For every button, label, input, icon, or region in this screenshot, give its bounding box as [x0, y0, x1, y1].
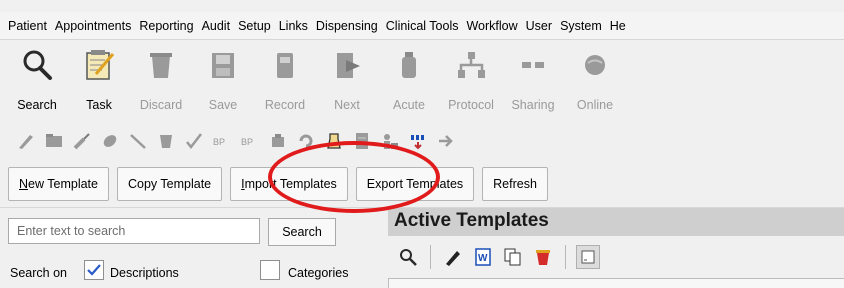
search-icon[interactable]	[396, 245, 420, 269]
protocol-icon	[458, 52, 485, 78]
record-button-label: Record	[264, 98, 306, 112]
recycle-icon[interactable]	[294, 129, 318, 153]
template-actions-row: New Template Copy Template Import Templa…	[0, 166, 844, 202]
pill-icon[interactable]	[98, 129, 122, 153]
export-templates-button[interactable]: Export Templates	[355, 167, 475, 201]
menu-setup[interactable]: Setup	[234, 19, 275, 33]
word-doc-icon[interactable]: W	[471, 245, 495, 269]
report-icon[interactable]	[350, 129, 374, 153]
copy-icon[interactable]	[501, 245, 525, 269]
svg-text:W: W	[478, 253, 488, 264]
menu-clinical-tools[interactable]: Clinical Tools	[382, 19, 463, 33]
main-toolbar: Search Task Discard Save Record Next Acu…	[0, 42, 844, 120]
discard-button-label: Discard	[139, 98, 183, 112]
search-on-label: Search on	[10, 266, 67, 280]
bp2-icon[interactable]: BP	[238, 129, 262, 153]
copy-template-label: Copy Template	[127, 177, 212, 191]
search-panel: Search Search on Descriptions Categories	[0, 208, 388, 288]
categories-label: Categories	[288, 266, 349, 280]
search-button-label: Search	[17, 98, 57, 112]
online-icon	[585, 55, 605, 75]
next-button[interactable]: Next	[316, 42, 378, 120]
import-templates-label: Import Templates	[241, 177, 337, 191]
templates-grid	[388, 278, 844, 288]
record-icon	[277, 53, 293, 78]
checkmark-icon	[87, 264, 101, 276]
task-button-label: Task	[86, 98, 112, 112]
templates-panel: Active Templates W	[388, 208, 844, 288]
toolbar-separator	[565, 245, 566, 269]
floppy-icon	[212, 53, 234, 78]
search-button[interactable]: Search	[6, 42, 68, 120]
menu-reporting[interactable]: Reporting	[135, 19, 197, 33]
menu-bar: Patient Appointments Reporting Audit Set…	[0, 12, 844, 40]
bp-icon-text: BP	[213, 137, 225, 147]
new-template-button[interactable]: New Template	[8, 167, 109, 201]
check-pen-icon[interactable]	[182, 129, 206, 153]
templates-title: Active Templates	[394, 210, 549, 231]
export-templates-label: Export Templates	[366, 177, 464, 191]
save-button-label: Save	[208, 98, 238, 112]
import-templates-button[interactable]: Import Templates	[230, 167, 348, 201]
next-icon	[337, 53, 360, 78]
new-template-label: New Template	[19, 177, 98, 191]
scalpel-icon[interactable]	[126, 129, 150, 153]
pen-icon[interactable]	[14, 129, 38, 153]
bp2-icon-text: BP	[241, 137, 253, 147]
bp-icon[interactable]: BP	[210, 129, 234, 153]
record-button[interactable]: Record	[254, 42, 316, 120]
view-icon[interactable]	[576, 245, 600, 269]
templates-toolbar: W	[388, 240, 844, 274]
sharing-button-label: Sharing	[511, 98, 555, 112]
copy-template-button[interactable]: Copy Template	[116, 167, 223, 201]
menu-links[interactable]: Links	[275, 19, 312, 33]
cup-icon[interactable]	[154, 129, 178, 153]
refresh-label: Refresh	[493, 177, 537, 191]
medicine-icon[interactable]	[266, 129, 290, 153]
acute-button[interactable]: Acute	[378, 42, 440, 120]
beaker-icon[interactable]	[322, 129, 346, 153]
menu-patient[interactable]: Patient	[4, 19, 51, 33]
refresh-button[interactable]: Refresh	[482, 167, 548, 201]
menu-workflow[interactable]: Workflow	[462, 19, 521, 33]
small-toolbar: BP BP	[0, 122, 844, 160]
people-icon[interactable]	[378, 129, 402, 153]
descriptions-label: Descriptions	[110, 266, 179, 280]
online-button[interactable]: Online	[564, 42, 626, 120]
menu-appointments[interactable]: Appointments	[51, 19, 135, 33]
protocol-button[interactable]: Protocol	[440, 42, 502, 120]
menu-audit[interactable]: Audit	[198, 19, 235, 33]
discard-icon	[150, 53, 172, 78]
descriptions-checkbox[interactable]	[84, 260, 104, 280]
edit-pencil-icon[interactable]	[441, 245, 465, 269]
bottle-icon	[402, 52, 416, 78]
save-button[interactable]: Save	[192, 42, 254, 120]
menu-user[interactable]: User	[522, 19, 556, 33]
toolbar-separator	[430, 245, 431, 269]
sharing-button[interactable]: Sharing	[502, 42, 564, 120]
search-submit-button[interactable]: Search	[268, 218, 336, 246]
magnifier-icon	[23, 50, 52, 80]
discard-button[interactable]: Discard	[130, 42, 192, 120]
sharing-icon	[522, 62, 544, 68]
acute-button-label: Acute	[393, 98, 425, 112]
search-input[interactable]	[8, 218, 260, 244]
next-button-label: Next	[334, 98, 360, 112]
syringe-icon[interactable]	[70, 129, 94, 153]
online-button-label: Online	[576, 98, 614, 112]
ecg-icon[interactable]	[406, 129, 430, 153]
templates-title-bar: Active Templates	[388, 208, 844, 236]
window-top-strip	[0, 0, 844, 12]
menu-system[interactable]: System	[556, 19, 606, 33]
protocol-button-label: Protocol	[448, 98, 494, 112]
menu-help[interactable]: He	[606, 19, 630, 33]
notepad-pencil-icon	[86, 50, 115, 80]
menu-dispensing[interactable]: Dispensing	[312, 19, 382, 33]
folder-icon[interactable]	[42, 129, 66, 153]
categories-checkbox[interactable]	[260, 260, 280, 280]
delete-icon[interactable]	[531, 245, 555, 269]
arrow-right-icon[interactable]	[434, 129, 458, 153]
task-button[interactable]: Task	[68, 42, 130, 120]
